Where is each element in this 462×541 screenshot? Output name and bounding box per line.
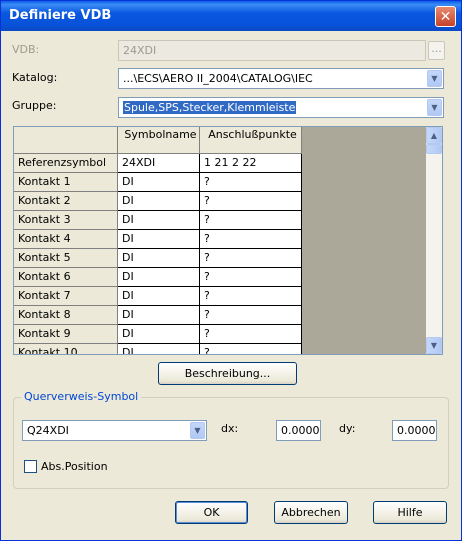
querverweis-symbol-value: Q24XDI <box>27 424 69 437</box>
abs-position-checkbox[interactable] <box>24 460 37 473</box>
katalog-value: ...\ECS\AERO II_2004\CATALOG\IEC <box>123 72 313 85</box>
help-button[interactable]: Hilfe <box>373 501 447 524</box>
dx-label: dx: <box>221 422 239 435</box>
gruppe-dropdown[interactable]: Spule,SPS,Stecker,Klemmleiste ▼ <box>118 97 444 118</box>
vdb-label: VDB: <box>12 43 40 56</box>
row-header[interactable]: Kontakt 7 <box>14 287 118 306</box>
symbolname-cell[interactable]: DI <box>118 268 200 287</box>
grid-empty-area <box>302 127 426 354</box>
dy-value: 0.0000 <box>397 424 436 437</box>
querverweis-group-label: Querverweis-Symbol <box>21 390 142 403</box>
anschlusspunkte-cell[interactable]: ? <box>200 325 302 344</box>
anschlusspunkte-cell[interactable]: ? <box>200 192 302 211</box>
vdb-field: 24XDI <box>118 40 426 61</box>
dialog-window: Definiere VDB ✕ VDB: 24XDI ... Katalog: … <box>0 0 462 541</box>
abs-position-label: Abs.Position <box>41 460 108 473</box>
dy-input[interactable]: 0.0000 <box>392 420 437 441</box>
katalog-dropdown[interactable]: ...\ECS\AERO II_2004\CATALOG\IEC ▼ <box>118 68 444 89</box>
gruppe-label: Gruppe: <box>12 99 57 112</box>
symbolname-cell[interactable]: DI <box>118 306 200 325</box>
close-button[interactable]: ✕ <box>435 6 456 27</box>
row-header[interactable]: Referenzsymbol <box>14 154 118 173</box>
row-header[interactable]: Kontakt 2 <box>14 192 118 211</box>
scroll-thumb[interactable] <box>426 144 442 154</box>
symbolname-cell[interactable]: DI <box>118 211 200 230</box>
anschlusspunkte-cell[interactable]: ? <box>200 268 302 287</box>
symbolname-cell[interactable]: 24XDI <box>118 154 200 173</box>
symbolname-cell[interactable]: DI <box>118 173 200 192</box>
anschlusspunkte-cell[interactable]: 1 21 2 22 <box>200 154 302 173</box>
dialog-title: Definiere VDB <box>9 8 112 23</box>
gruppe-value: Spule,SPS,Stecker,Klemmleiste <box>123 101 297 114</box>
scroll-down-button[interactable]: ▼ <box>426 337 442 354</box>
title-bar[interactable]: Definiere VDB ✕ <box>1 1 461 31</box>
close-icon: ✕ <box>439 9 452 25</box>
chevron-down-icon[interactable]: ▼ <box>427 70 442 87</box>
dy-label: dy: <box>339 422 356 435</box>
ok-button[interactable]: OK <box>175 501 248 524</box>
querverweis-group <box>13 397 449 489</box>
cancel-button[interactable]: Abbrechen <box>274 501 348 524</box>
symbolname-header[interactable]: Symbolname <box>118 127 200 154</box>
anschlusspunkte-cell[interactable]: ? <box>200 230 302 249</box>
chevron-down-icon: ▼ <box>430 341 438 350</box>
row-header[interactable]: Kontakt 10 <box>14 344 118 354</box>
symbolname-cell[interactable]: DI <box>118 249 200 268</box>
anschlusspunkte-header[interactable]: Anschlußpunkte <box>200 127 302 154</box>
row-header[interactable]: Kontakt 1 <box>14 173 118 192</box>
symbolname-cell[interactable]: DI <box>118 325 200 344</box>
anschlusspunkte-cell[interactable]: ? <box>200 344 302 354</box>
grid-vertical-scrollbar[interactable]: ▲ ▼ <box>426 127 442 354</box>
chevron-down-icon[interactable]: ▼ <box>190 422 205 439</box>
row-header[interactable]: Kontakt 8 <box>14 306 118 325</box>
anschlusspunkte-cell[interactable]: ? <box>200 306 302 325</box>
anschlusspunkte-cell[interactable]: ? <box>200 287 302 306</box>
symbolname-cell[interactable]: DI <box>118 192 200 211</box>
symbolname-cell[interactable]: DI <box>118 230 200 249</box>
row-header[interactable]: Kontakt 5 <box>14 249 118 268</box>
scroll-up-button[interactable]: ▲ <box>426 127 442 144</box>
dx-input[interactable]: 0.0000 <box>276 420 321 441</box>
vdb-browse-button: ... <box>428 41 445 60</box>
row-header[interactable]: Kontakt 3 <box>14 211 118 230</box>
chevron-up-icon: ▲ <box>430 131 438 140</box>
symbol-grid[interactable]: Symbolname Anschlußpunkte Referenzsymbol 24… <box>13 126 443 355</box>
row-header[interactable]: Kontakt 4 <box>14 230 118 249</box>
grid-corner-header <box>14 127 118 154</box>
row-header[interactable]: Kontakt 9 <box>14 325 118 344</box>
chevron-down-icon[interactable]: ▼ <box>427 99 442 116</box>
beschreibung-button[interactable]: Beschreibung... <box>158 362 297 385</box>
anschlusspunkte-cell[interactable]: ? <box>200 173 302 192</box>
row-header[interactable]: Kontakt 6 <box>14 268 118 287</box>
symbolname-cell[interactable]: DI <box>118 287 200 306</box>
anschlusspunkte-cell[interactable]: ? <box>200 249 302 268</box>
katalog-label: Katalog: <box>12 71 58 84</box>
symbolname-cell[interactable]: DI <box>118 344 200 354</box>
anschlusspunkte-cell[interactable]: ? <box>200 211 302 230</box>
vdb-value: 24XDI <box>123 44 157 57</box>
dx-value: 0.0000 <box>281 424 320 437</box>
querverweis-symbol-dropdown[interactable]: Q24XDI ▼ <box>22 420 207 441</box>
